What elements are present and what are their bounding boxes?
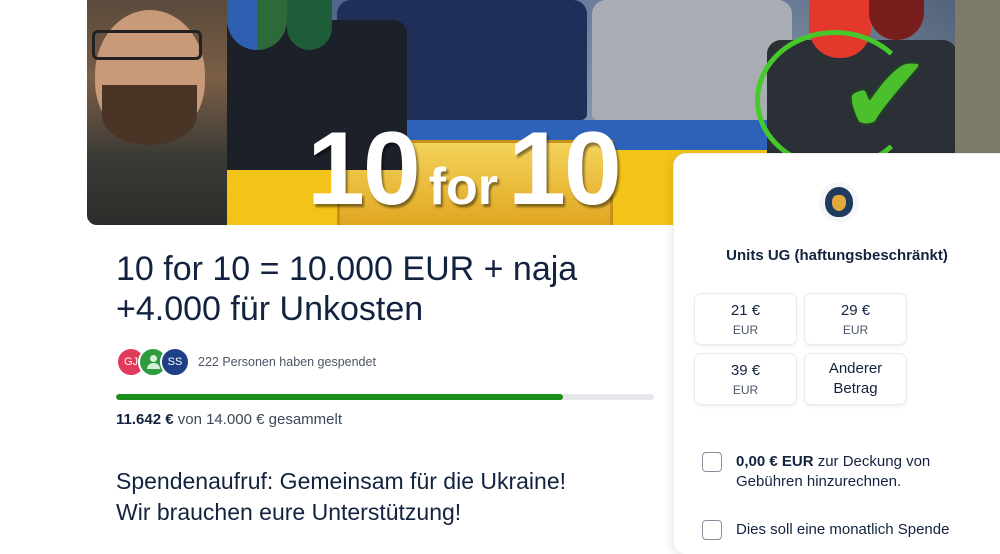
hero-headline-connector: for bbox=[428, 158, 499, 216]
other-amount-label: Anderer Betrag bbox=[828, 360, 883, 397]
appeal-line-1: Spendenaufruf: Gemeinsam für die Ukraine… bbox=[116, 468, 567, 494]
cover-fees-option[interactable]: 0,00 € EUR zur Deckung von Gebühren hinz… bbox=[702, 452, 986, 492]
person-icon bbox=[147, 355, 160, 369]
raised-goal-text: von 14.000 € gesammelt bbox=[177, 411, 343, 428]
amount-option-39[interactable]: 39 € EUR bbox=[695, 354, 796, 404]
org-name: Units UG (haftungsbeschränkt) bbox=[726, 247, 948, 264]
donation-card: Units UG (haftungsbeschränkt) 21 € EUR 2… bbox=[674, 154, 1000, 554]
amount-option-other[interactable]: Anderer Betrag bbox=[805, 354, 906, 404]
monthly-donation-label: Dies soll eine monatlich Spende bbox=[736, 521, 950, 538]
funding-raised-text: 11.642 € von 14.000 € gesammelt bbox=[116, 411, 342, 428]
checkmark-icon: ✔ bbox=[839, 31, 932, 159]
donor-count: 222 Personen haben gespendet bbox=[198, 355, 376, 369]
monthly-donation-checkbox[interactable] bbox=[702, 520, 722, 540]
amount-option-21[interactable]: 21 € EUR bbox=[695, 294, 796, 344]
hero-person-glasses bbox=[92, 30, 202, 60]
donor-summary[interactable]: GJ SS 222 Personen haben gespendet bbox=[116, 347, 376, 377]
raised-amount: 11.642 € bbox=[116, 411, 174, 428]
amount-currency: EUR bbox=[732, 322, 759, 337]
campaign-appeal-heading: Spendenaufruf: Gemeinsam für die Ukraine… bbox=[116, 466, 676, 528]
appeal-line-2: Wir brauchen eure Unterstützung! bbox=[116, 499, 462, 525]
amount-option-29[interactable]: 29 € EUR bbox=[805, 294, 906, 344]
org-logo bbox=[819, 182, 859, 222]
amount-value: 39 € bbox=[730, 361, 761, 379]
hero-soldier bbox=[955, 0, 1000, 160]
amount-currency: EUR bbox=[842, 322, 869, 337]
monthly-donation-option[interactable]: Dies soll eine monatlich Spende bbox=[702, 520, 986, 540]
funding-progress-bar bbox=[116, 394, 654, 400]
donor-avatar: SS bbox=[160, 347, 190, 377]
amount-currency: EUR bbox=[732, 382, 759, 397]
cover-fees-checkbox[interactable] bbox=[702, 452, 722, 472]
cover-fees-label: 0,00 € EUR zur Deckung von Gebühren hinz… bbox=[736, 453, 931, 490]
hero-headline: 10 for10 bbox=[307, 110, 622, 225]
funding-progress-fill bbox=[116, 394, 564, 400]
unit-shield-icon bbox=[287, 0, 332, 50]
hero-headline-number-left: 10 bbox=[307, 111, 421, 225]
hero-person-beard bbox=[102, 85, 197, 145]
amount-value: 29 € bbox=[840, 301, 871, 319]
lion-icon bbox=[825, 187, 853, 217]
amount-value: 21 € bbox=[730, 301, 761, 319]
hero-headline-number-right: 10 bbox=[508, 111, 622, 225]
campaign-title: 10 for 10 = 10.000 EUR + naja +4.000 für… bbox=[116, 250, 578, 328]
hero-person bbox=[87, 0, 227, 225]
